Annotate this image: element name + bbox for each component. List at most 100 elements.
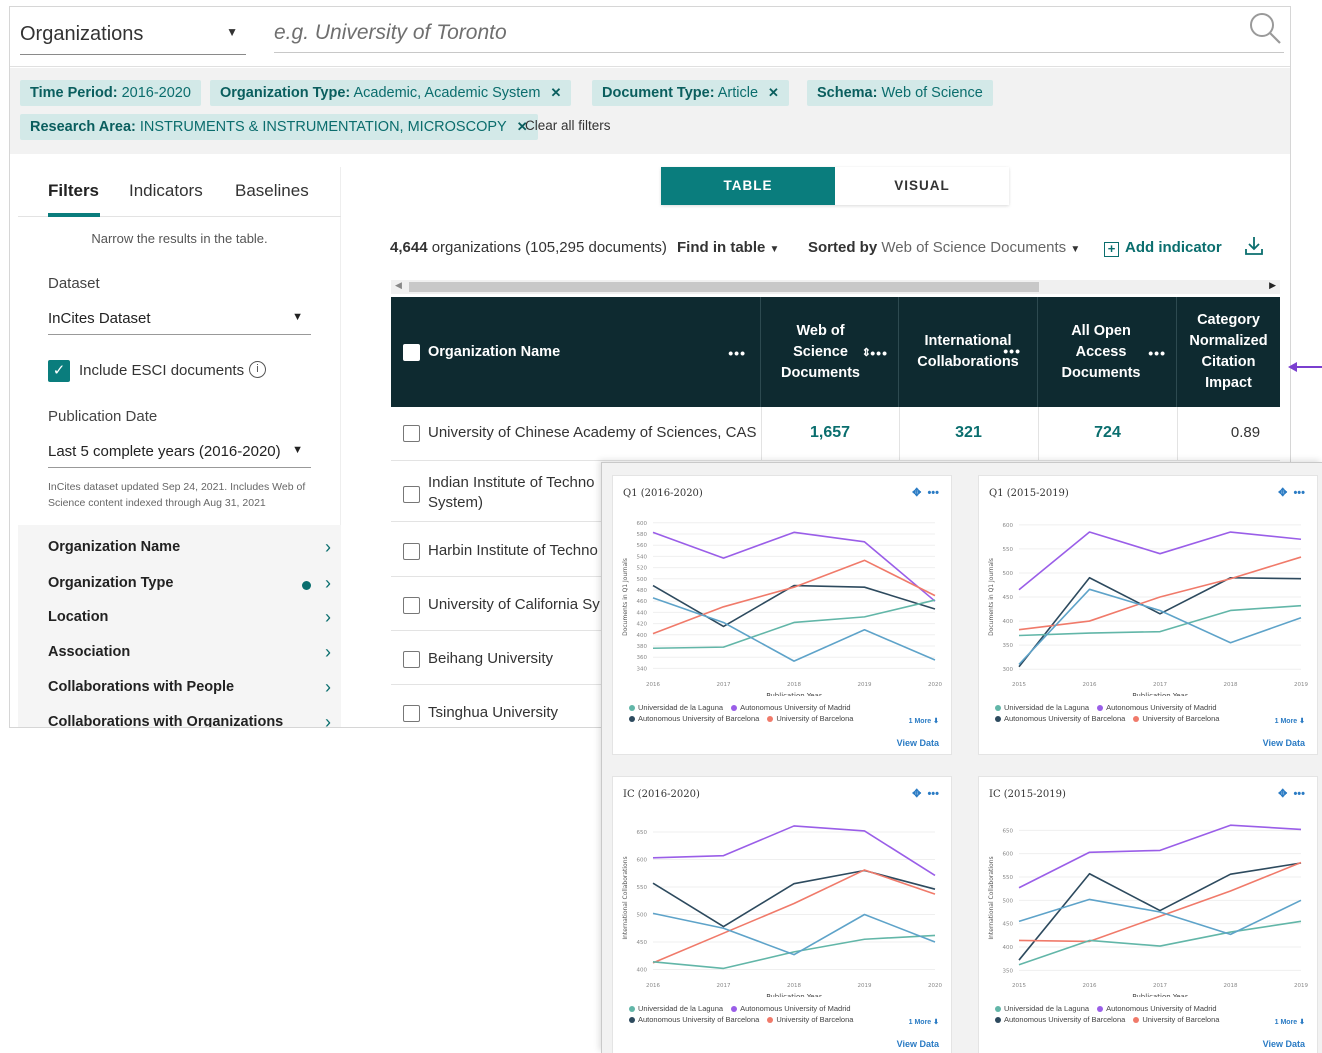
move-icon[interactable]: ✥	[1278, 788, 1287, 800]
legend-more-link[interactable]: 1 More ⬇	[909, 717, 939, 725]
legend-item[interactable]: Autonomous University of Madrid	[731, 1004, 851, 1013]
series-line[interactable]	[1018, 824, 1302, 889]
column-organization-name[interactable]: Organization Name •••	[391, 297, 761, 407]
series-line[interactable]	[652, 912, 936, 956]
organization-name-link[interactable]: Indian Institute of Techno System)	[428, 473, 595, 513]
move-icon[interactable]: ✥	[1278, 487, 1287, 499]
legend-item[interactable]: University of Barcelona	[767, 1015, 853, 1024]
tab-baselines[interactable]: Baselines	[235, 181, 309, 201]
series-line[interactable]	[652, 597, 936, 662]
open-access-value[interactable]: 724	[1038, 424, 1177, 442]
row-checkbox[interactable]	[403, 425, 420, 442]
find-in-table-dropdown[interactable]: Find in table ▼	[677, 239, 779, 256]
sort-dropdown[interactable]: Sorted by Web of Science Documents ▼	[808, 239, 1080, 256]
facet-collaborations-people[interactable]: Collaborations with People ›	[48, 677, 331, 701]
results-summary: 4,644 organizations (105,295 documents) …	[390, 237, 1280, 261]
legend-more-link[interactable]: 1 More ⬇	[1275, 717, 1305, 725]
more-options-icon[interactable]: •••	[1293, 788, 1305, 800]
organization-name-link[interactable]: Tsinghua University	[428, 703, 558, 723]
column-cnci[interactable]: Category Normalized Citation Impact	[1177, 297, 1280, 407]
dataset-select[interactable]: InCites Dataset ▼	[48, 305, 311, 335]
column-open-access-documents[interactable]: All Open Access Documents •••	[1038, 297, 1177, 407]
legend-more-link[interactable]: 1 More ⬇	[909, 1018, 939, 1026]
row-checkbox[interactable]	[403, 597, 420, 614]
series-line[interactable]	[652, 825, 936, 877]
scroll-left-arrow-icon[interactable]: ◀	[395, 280, 402, 291]
row-checkbox[interactable]	[403, 543, 420, 560]
series-line[interactable]	[1018, 588, 1302, 665]
series-line[interactable]	[1018, 920, 1302, 966]
tab-indicators[interactable]: Indicators	[129, 181, 203, 201]
facet-location[interactable]: Location ›	[48, 607, 331, 631]
legend-item[interactable]: Universidad de la Laguna	[629, 1004, 723, 1013]
column-menu-icon[interactable]: •••	[870, 343, 888, 364]
view-data-link[interactable]: View Data	[1263, 738, 1305, 748]
organization-name-link[interactable]: Harbin Institute of Techno	[428, 541, 598, 561]
series-line[interactable]	[652, 934, 936, 970]
facet-association[interactable]: Association ›	[48, 642, 331, 666]
facet-organization-type[interactable]: Organization Type ›	[48, 573, 331, 597]
legend-item[interactable]: University of Barcelona	[1133, 714, 1219, 723]
organization-name-link[interactable]: Beihang University	[428, 649, 553, 669]
legend-item[interactable]: Autonomous University of Madrid	[1097, 1004, 1217, 1013]
view-data-link[interactable]: View Data	[1263, 1039, 1305, 1049]
scrollbar-thumb[interactable]	[409, 282, 1039, 292]
legend-item[interactable]: Autonomous University of Madrid	[731, 703, 851, 712]
legend-item[interactable]: Autonomous University of Madrid	[1097, 703, 1217, 712]
search-icon[interactable]	[1248, 11, 1282, 45]
legend-item[interactable]: Autonomous University of Barcelona	[629, 1015, 759, 1024]
remove-chip-icon[interactable]: ✕	[768, 80, 779, 106]
table-view-button[interactable]: TABLE	[661, 167, 835, 205]
column-menu-icon[interactable]: •••	[1003, 341, 1021, 362]
legend-item[interactable]: Universidad de la Laguna	[995, 1004, 1089, 1013]
legend-item[interactable]: University of Barcelona	[1133, 1015, 1219, 1024]
view-data-link[interactable]: View Data	[897, 738, 939, 748]
publication-date-select[interactable]: Last 5 complete years (2016-2020) ▼	[48, 438, 311, 468]
esci-checkbox[interactable]: ✓	[48, 360, 70, 382]
info-icon[interactable]: i	[249, 361, 266, 378]
select-all-checkbox[interactable]	[403, 344, 420, 361]
visual-view-button[interactable]: VISUAL	[835, 167, 1009, 205]
facet-organization-name[interactable]: Organization Name ›	[48, 537, 331, 561]
series-line[interactable]	[1018, 576, 1302, 668]
legend-item[interactable]: University of Barcelona	[767, 714, 853, 723]
column-menu-icon[interactable]: •••	[1148, 343, 1166, 364]
column-international-collaborations[interactable]: International Collaborations •••	[899, 297, 1038, 407]
series-line[interactable]	[652, 531, 936, 602]
series-line[interactable]	[1018, 531, 1302, 591]
more-options-icon[interactable]: •••	[927, 788, 939, 800]
row-checkbox[interactable]	[403, 651, 420, 668]
row-checkbox[interactable]	[403, 486, 420, 503]
search-input[interactable]	[274, 13, 1284, 53]
view-data-link[interactable]: View Data	[897, 1039, 939, 1049]
wos-documents-value[interactable]: 1,657	[761, 424, 899, 442]
series-line[interactable]	[1018, 861, 1302, 943]
row-checkbox[interactable]	[403, 705, 420, 722]
legend-item[interactable]: Universidad de la Laguna	[629, 703, 723, 712]
more-options-icon[interactable]: •••	[1293, 487, 1305, 499]
table-row[interactable]: University of Chinese Academy of Science…	[391, 407, 1280, 461]
column-wos-documents[interactable]: Web of Science Documents ⇕ •••	[761, 297, 899, 407]
legend-item[interactable]: Autonomous University of Barcelona	[995, 1015, 1125, 1024]
remove-chip-icon[interactable]: ✕	[550, 80, 561, 106]
organization-name-link[interactable]: University of California Sy	[428, 595, 600, 615]
facet-collaborations-organizations[interactable]: Collaborations with Organizations ›	[48, 712, 331, 727]
more-options-icon[interactable]: •••	[927, 487, 939, 499]
organization-name-link[interactable]: University of Chinese Academy of Science…	[428, 423, 756, 443]
add-indicator-button[interactable]: + Add indicator	[1104, 239, 1222, 257]
scroll-right-arrow-icon[interactable]: ▶	[1269, 280, 1276, 291]
column-menu-icon[interactable]: •••	[728, 343, 746, 364]
move-icon[interactable]: ✥	[912, 487, 921, 499]
international-collaborations-value[interactable]: 321	[899, 424, 1038, 442]
entity-type-select[interactable]: Organizations ▼	[20, 17, 246, 55]
download-icon[interactable]	[1243, 235, 1265, 257]
legend-item[interactable]: Universidad de la Laguna	[995, 703, 1089, 712]
table-horizontal-scrollbar[interactable]: ◀ ▶	[391, 280, 1280, 294]
legend-item[interactable]: Autonomous University of Barcelona	[629, 714, 759, 723]
series-line[interactable]	[652, 584, 936, 628]
clear-all-filters-link[interactable]: Clear all filters	[525, 118, 611, 133]
legend-more-link[interactable]: 1 More ⬇	[1275, 1018, 1305, 1026]
legend-item[interactable]: Autonomous University of Barcelona	[995, 714, 1125, 723]
move-icon[interactable]: ✥	[912, 788, 921, 800]
tab-filters[interactable]: Filters	[48, 181, 99, 201]
